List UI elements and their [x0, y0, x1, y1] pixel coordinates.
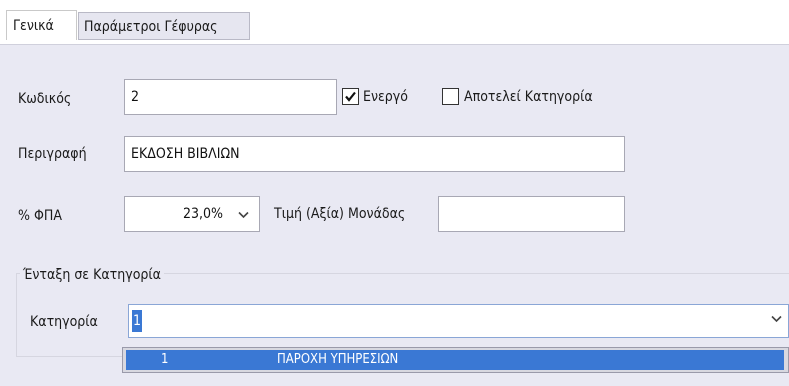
vat-value: 23,0%	[182, 206, 223, 222]
category-label: Κατηγορία	[30, 314, 98, 330]
chevron-down-icon	[238, 211, 249, 219]
active-checkbox[interactable]	[342, 88, 359, 105]
dropdown-option[interactable]: 1 ΠΑΡΟΧΗ ΥΠΗΡΕΣΙΩΝ	[126, 350, 784, 370]
code-label: Κωδικός	[18, 91, 72, 107]
tab-strip: Γενικά Παράμετροι Γέφυρας	[0, 0, 789, 44]
general-panel: Κωδικός 2 Ενεργό Αποτελεί Κατηγορία Περι…	[0, 44, 789, 386]
option-code: 1	[161, 352, 169, 367]
description-label: Περιγραφή	[18, 146, 87, 162]
chevron-down-icon[interactable]	[771, 315, 782, 323]
tab-general[interactable]: Γενικά	[6, 10, 77, 40]
description-field[interactable]: ΕΚΔΟΣΗ ΒΙΒΛΙΩΝ	[124, 136, 625, 172]
tab-bridge-parameters[interactable]: Παράμετροι Γέφυρας	[78, 12, 250, 40]
option-name: ΠΑΡΟΧΗ ΥΠΗΡΕΣΙΩΝ	[277, 352, 399, 367]
category-selected-value: 1	[132, 310, 143, 332]
category-combobox[interactable]: 1	[128, 304, 789, 338]
vat-select[interactable]: 23,0%	[124, 196, 260, 232]
category-group-title: Ένταξη σε Κατηγορία	[20, 267, 164, 283]
category-dropdown-list: 1 ΠΑΡΟΧΗ ΥΠΗΡΕΣΙΩΝ	[122, 347, 789, 373]
vat-label: % ΦΠΑ	[18, 208, 62, 224]
category-flag-checkbox[interactable]	[442, 88, 459, 105]
checkmark-icon	[345, 91, 356, 102]
code-field[interactable]: 2	[124, 79, 337, 115]
unit-price-field[interactable]	[438, 196, 625, 232]
category-flag-label: Αποτελεί Κατηγορία	[464, 89, 593, 105]
unit-price-label: Τιμή (Αξία) Μονάδας	[274, 206, 406, 222]
active-label: Ενεργό	[363, 89, 408, 105]
